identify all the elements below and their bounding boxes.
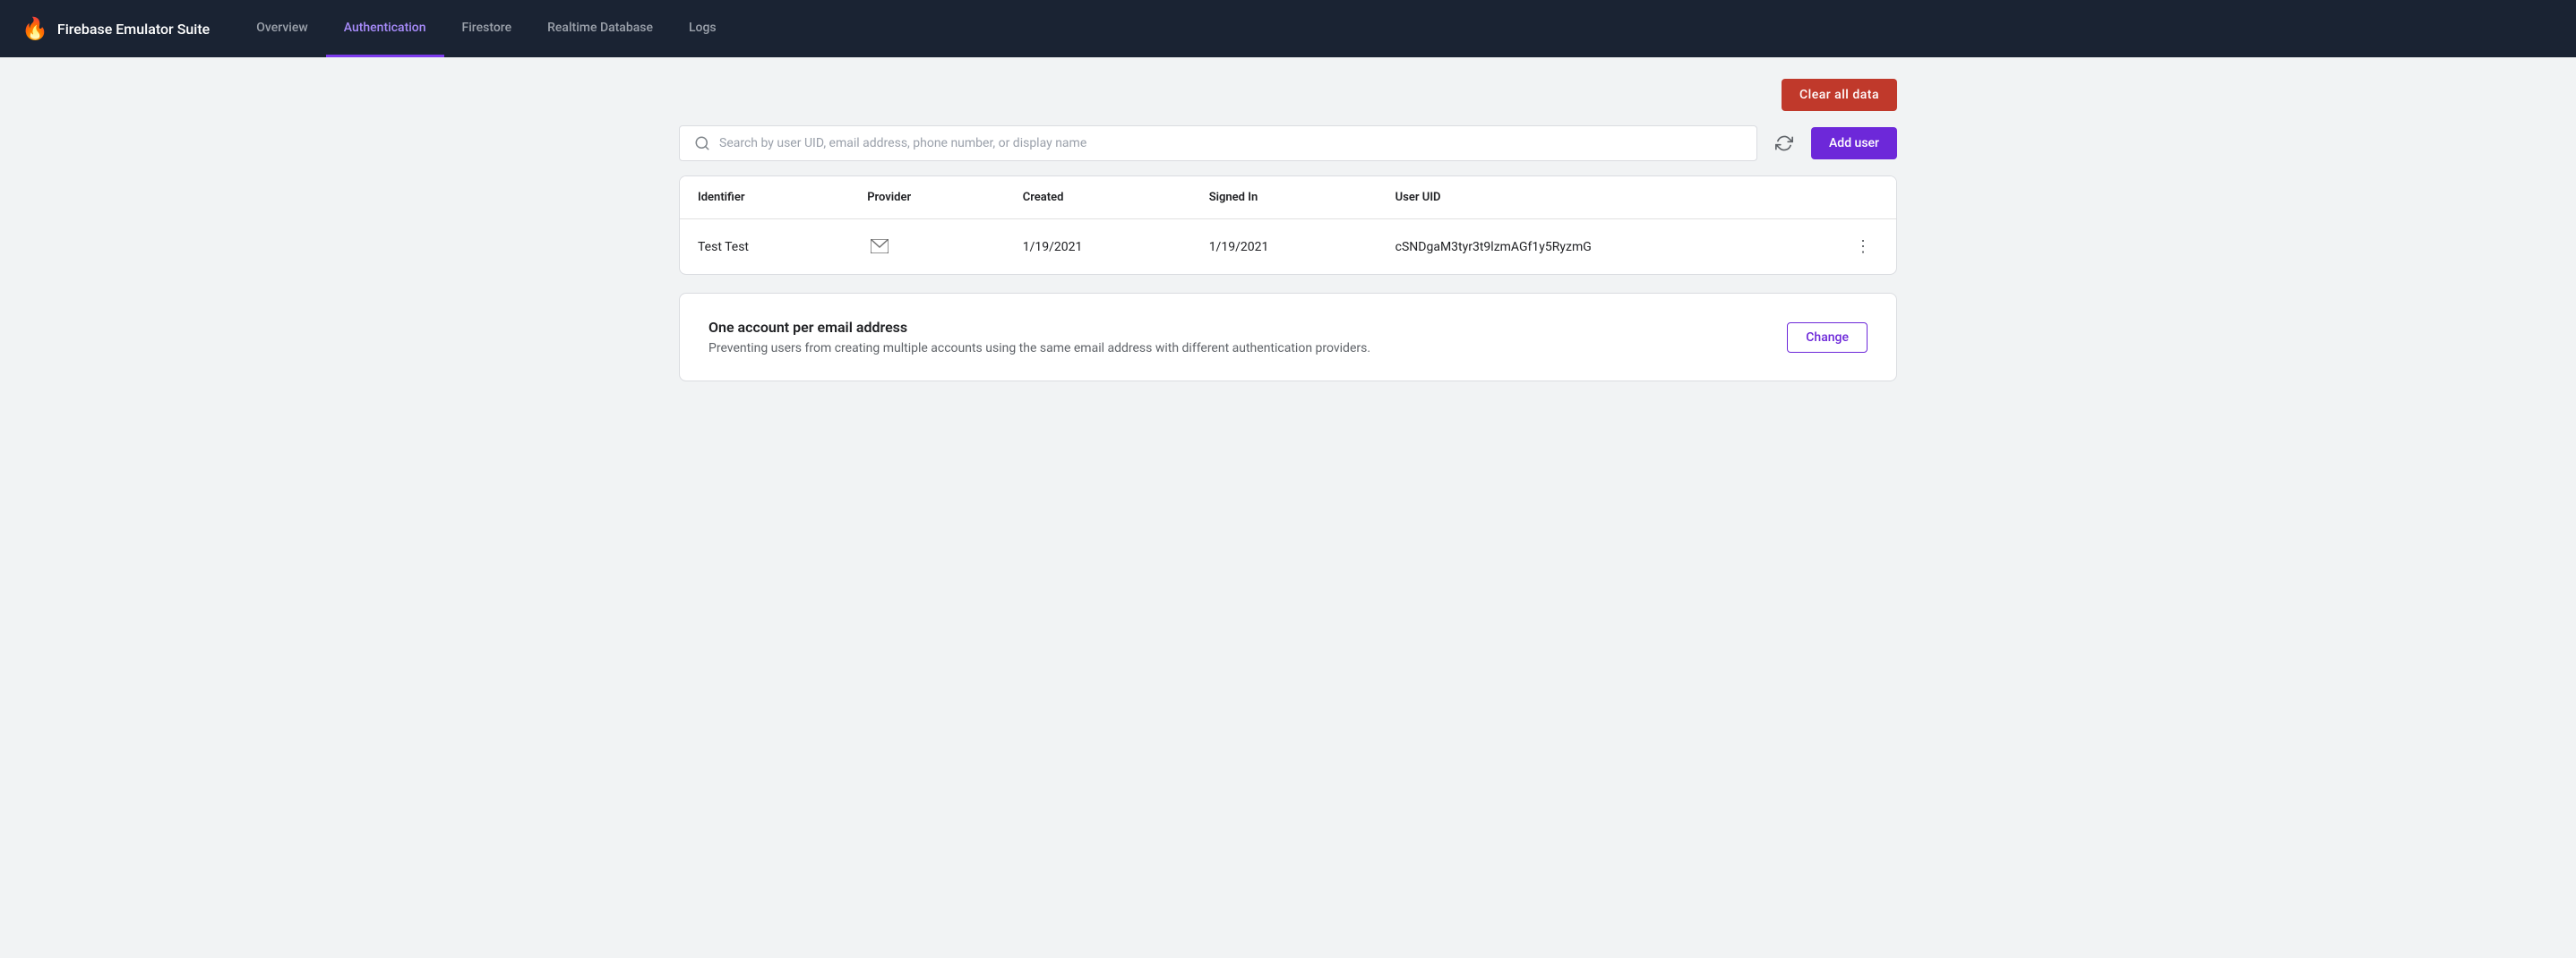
search-icon [694,135,710,151]
nav-item-authentication[interactable]: Authentication [326,0,444,57]
toolbar-row: Clear all data [679,79,1897,111]
nav-item-firestore[interactable]: Firestore [444,0,530,57]
cell-identifier: Test Test [680,219,849,275]
column-header-provider: Provider [849,176,1005,219]
column-header-identifier: Identifier [680,176,849,219]
main-nav: Overview Authentication Firestore Realti… [238,0,734,57]
table-header-row: Identifier Provider Created Signed In Us… [680,176,1896,219]
add-user-button[interactable]: Add user [1811,127,1897,159]
cell-actions: ⋮ [1830,219,1896,275]
users-table: Identifier Provider Created Signed In Us… [680,176,1896,274]
clear-all-button[interactable]: Clear all data [1782,79,1897,111]
policy-card: One account per email address Preventing… [679,293,1897,381]
email-provider-icon [867,237,892,255]
change-button[interactable]: Change [1787,322,1868,353]
nav-item-realtime-database[interactable]: Realtime Database [529,0,671,57]
column-header-uid: User UID [1378,176,1830,219]
users-table-container: Identifier Provider Created Signed In Us… [679,175,1897,275]
table-row: Test Test 1/19/2021 1/19/2021 cSNDgaM3ty… [680,219,1896,275]
column-header-signed-in: Signed In [1191,176,1378,219]
nav-item-logs[interactable]: Logs [671,0,734,57]
search-row: Add user [679,125,1897,161]
logo-area: 🔥 Firebase Emulator Suite [21,16,210,41]
app-title: Firebase Emulator Suite [57,21,210,38]
firebase-logo-icon: 🔥 [21,16,48,41]
header: 🔥 Firebase Emulator Suite Overview Authe… [0,0,2576,57]
policy-description: Preventing users from creating multiple … [708,341,1370,355]
search-input[interactable] [719,136,1742,150]
cell-provider [849,219,1005,275]
policy-title: One account per email address [708,319,1370,336]
cell-uid: cSNDgaM3tyr3t9lzmAGf1y5RyzmG [1378,219,1830,275]
cell-signed-in: 1/19/2021 [1191,219,1378,275]
policy-content: One account per email address Preventing… [708,319,1370,355]
refresh-icon [1775,134,1793,152]
column-header-created: Created [1005,176,1191,219]
main-content: Clear all data Add user [643,57,1933,403]
column-header-actions [1830,176,1896,219]
cell-created: 1/19/2021 [1005,219,1191,275]
search-box [679,125,1757,161]
more-options-button[interactable]: ⋮ [1848,234,1878,260]
nav-item-overview[interactable]: Overview [238,0,325,57]
refresh-button[interactable] [1768,127,1800,159]
